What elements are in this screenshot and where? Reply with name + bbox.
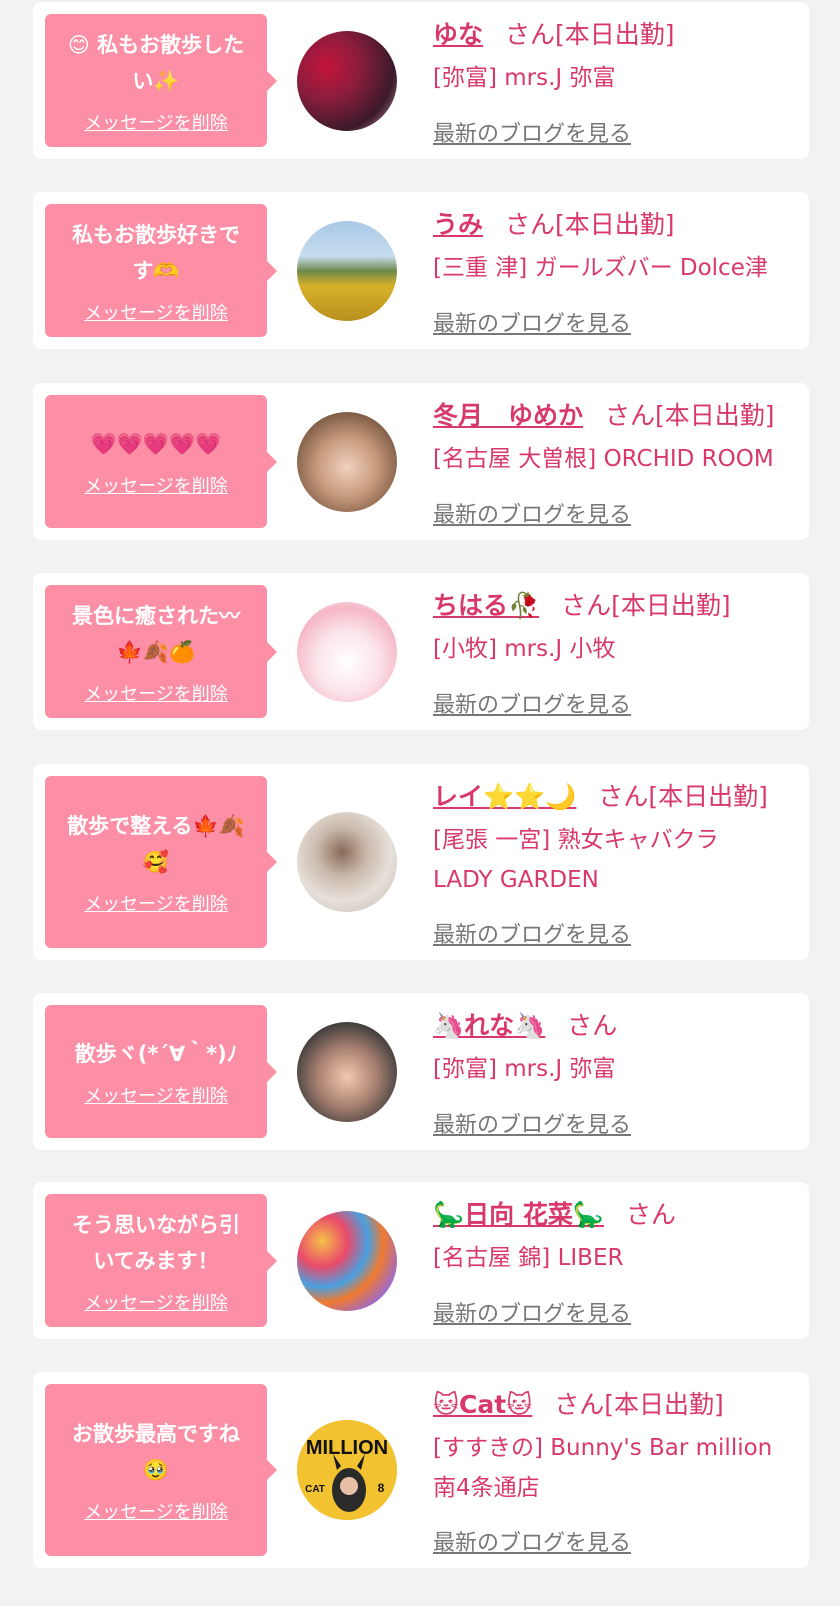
message-bubble: 散歩で整える🍁🍂 🥰 メッセージを削除 xyxy=(45,776,277,948)
message-bubble: 😊 私もお散歩した い✨ メッセージを削除 xyxy=(45,14,277,147)
message-card: 💗💗💗💗💗 メッセージを削除 冬月 ゆめか さん[本日出勤] [名古屋 大曽根] … xyxy=(33,383,809,540)
avatar[interactable] xyxy=(297,412,397,512)
message-card: 散歩ヾ(*´∀｀*)ﾉ メッセージを削除 🦄れな🦄 さん [弥富] mrs.J 弥… xyxy=(33,993,809,1150)
cast-name-link[interactable]: ゆな xyxy=(433,20,483,49)
shop-name: [名古屋 錦] LIBER xyxy=(433,1245,624,1271)
latest-blog-link[interactable]: 最新のブログを見る xyxy=(433,687,631,719)
delete-message-link[interactable]: メッセージを削除 xyxy=(84,299,228,325)
cast-name-link[interactable]: レイ⭐⭐🌙 xyxy=(433,782,576,811)
profile-info: 🦄れな🦄 さん [弥富] mrs.J 弥富 xyxy=(433,1011,797,1089)
poster-title-text: MILLION xyxy=(306,1437,388,1459)
name-suffix: さん[本日出勤] xyxy=(605,401,775,430)
latest-blog-link[interactable]: 最新のブログを見る xyxy=(433,1525,631,1557)
message-bubble: 景色に癒された〰 🍁🍂🍊 メッセージを削除 xyxy=(45,585,277,718)
message-bubble: 散歩ヾ(*´∀｀*)ﾉ メッセージを削除 xyxy=(45,1005,277,1138)
latest-blog-link[interactable]: 最新のブログを見る xyxy=(433,1107,631,1139)
avatar[interactable] xyxy=(297,1022,397,1122)
message-card: 散歩で整える🍁🍂 🥰 メッセージを削除 レイ⭐⭐🌙 さん[本日出勤] [尾張 一宮]… xyxy=(33,764,809,960)
name-suffix: さん[本日出勤] xyxy=(505,210,675,239)
message-bubble: そう思いながら引 いてみます！ メッセージを削除 xyxy=(45,1194,277,1327)
message-card: お散歩最高ですね 🥹 メッセージを削除 MILLION CAT 8 🐱Cat🐱 さん… xyxy=(33,1372,809,1568)
shop-name: [三重 津] ガールズバー Dolce津 xyxy=(433,255,768,281)
message-card: 景色に癒された〰 🍁🍂🍊 メッセージを削除 ちはる🥀 さん[本日出勤] [小牧] m… xyxy=(33,573,809,730)
name-suffix: さん[本日出勤] xyxy=(505,20,675,49)
profile-info: 🐱Cat🐱 さん[本日出勤] [すすきの] Bunny's Bar million… xyxy=(433,1390,797,1508)
avatar[interactable] xyxy=(297,1211,397,1311)
shop-name: [弥富] mrs.J 弥富 xyxy=(433,1056,616,1082)
poster-cat-text: CAT xyxy=(305,1484,325,1495)
latest-blog-link[interactable]: 最新のブログを見る xyxy=(433,497,631,529)
poster-number-text: 8 xyxy=(378,1481,385,1495)
avatar[interactable] xyxy=(297,602,397,702)
profile-info: 冬月 ゆめか さん[本日出勤] [名古屋 大曽根] ORCHID ROOM xyxy=(433,401,797,479)
shop-name: [すすきの] Bunny's Bar million 南4条通店 xyxy=(433,1435,773,1501)
delete-message-link[interactable]: メッセージを削除 xyxy=(84,472,228,498)
delete-message-link[interactable]: メッセージを削除 xyxy=(84,109,228,135)
avatar[interactable] xyxy=(297,221,397,321)
delete-message-link[interactable]: メッセージを削除 xyxy=(84,1498,228,1524)
cast-name-link[interactable]: 🦕日向 花菜🦕 xyxy=(433,1200,604,1229)
cast-name-link[interactable]: 🦄れな🦄 xyxy=(433,1011,545,1040)
delete-message-link[interactable]: メッセージを削除 xyxy=(84,1289,228,1315)
latest-blog-link[interactable]: 最新のブログを見る xyxy=(433,116,631,148)
avatar[interactable] xyxy=(297,812,397,912)
message-text: 私もお散歩好きで す🫶 xyxy=(72,222,240,283)
million-poster-image: MILLION CAT 8 xyxy=(297,1420,397,1520)
message-card: 😊 私もお散歩した い✨ メッセージを削除 ゆな さん[本日出勤] [弥富] mrs… xyxy=(33,2,809,159)
name-suffix: さん xyxy=(567,1011,618,1040)
delete-message-link[interactable]: メッセージを削除 xyxy=(84,680,228,706)
message-text: 💗💗💗💗💗 xyxy=(90,431,222,456)
message-bubble: 💗💗💗💗💗 メッセージを削除 xyxy=(45,395,277,528)
message-text: 景色に癒された〰 🍁🍂🍊 xyxy=(72,603,240,664)
message-card: 私もお散歩好きで す🫶 メッセージを削除 うみ さん[本日出勤] [三重 津] ガー… xyxy=(33,192,809,349)
message-text: お散歩最高ですね 🥹 xyxy=(72,1422,240,1482)
cast-name-link[interactable]: 冬月 ゆめか xyxy=(433,401,583,430)
profile-info: レイ⭐⭐🌙 さん[本日出勤] [尾張 一宮] 熟女キャバクラ LADY GARDEN xyxy=(433,782,797,900)
message-bubble: 私もお散歩好きで す🫶 メッセージを削除 xyxy=(45,204,277,337)
message-text: 散歩ヾ(*´∀｀*)ﾉ xyxy=(74,1041,238,1066)
message-text: そう思いながら引 いてみます！ xyxy=(72,1212,240,1273)
message-text: 😊 私もお散歩した い✨ xyxy=(67,32,245,93)
shop-name: [小牧] mrs.J 小牧 xyxy=(433,636,616,662)
message-bubble: お散歩最高ですね 🥹 メッセージを削除 xyxy=(45,1384,277,1556)
cast-name-link[interactable]: うみ xyxy=(433,210,483,239)
cast-name-link[interactable]: 🐱Cat🐱 xyxy=(433,1390,532,1419)
latest-blog-link[interactable]: 最新のブログを見る xyxy=(433,1296,631,1328)
delete-message-link[interactable]: メッセージを削除 xyxy=(84,890,228,916)
name-suffix: さん xyxy=(625,1200,676,1229)
profile-info: 🦕日向 花菜🦕 さん [名古屋 錦] LIBER xyxy=(433,1200,797,1278)
name-suffix: さん[本日出勤] xyxy=(561,591,731,620)
profile-info: ちはる🥀 さん[本日出勤] [小牧] mrs.J 小牧 xyxy=(433,591,797,669)
cast-name-link[interactable]: ちはる🥀 xyxy=(433,591,539,620)
message-card: そう思いながら引 いてみます！ メッセージを削除 🦕日向 花菜🦕 さん [名古屋 錦… xyxy=(33,1182,809,1339)
name-suffix: さん[本日出勤] xyxy=(554,1390,724,1419)
name-suffix: さん[本日出勤] xyxy=(598,782,768,811)
delete-message-link[interactable]: メッセージを削除 xyxy=(84,1082,228,1108)
shop-name: [名古屋 大曽根] ORCHID ROOM xyxy=(433,446,774,472)
latest-blog-link[interactable]: 最新のブログを見る xyxy=(433,306,631,338)
shop-name: [弥富] mrs.J 弥富 xyxy=(433,65,616,91)
avatar[interactable]: MILLION CAT 8 xyxy=(297,1420,397,1520)
latest-blog-link[interactable]: 最新のブログを見る xyxy=(433,917,631,949)
shop-name: [尾張 一宮] 熟女キャバクラ LADY GARDEN xyxy=(433,827,719,893)
profile-info: ゆな さん[本日出勤] [弥富] mrs.J 弥富 xyxy=(433,20,797,98)
message-text: 散歩で整える🍁🍂 🥰 xyxy=(67,814,245,874)
avatar[interactable] xyxy=(297,31,397,131)
profile-info: うみ さん[本日出勤] [三重 津] ガールズバー Dolce津 xyxy=(433,210,797,288)
